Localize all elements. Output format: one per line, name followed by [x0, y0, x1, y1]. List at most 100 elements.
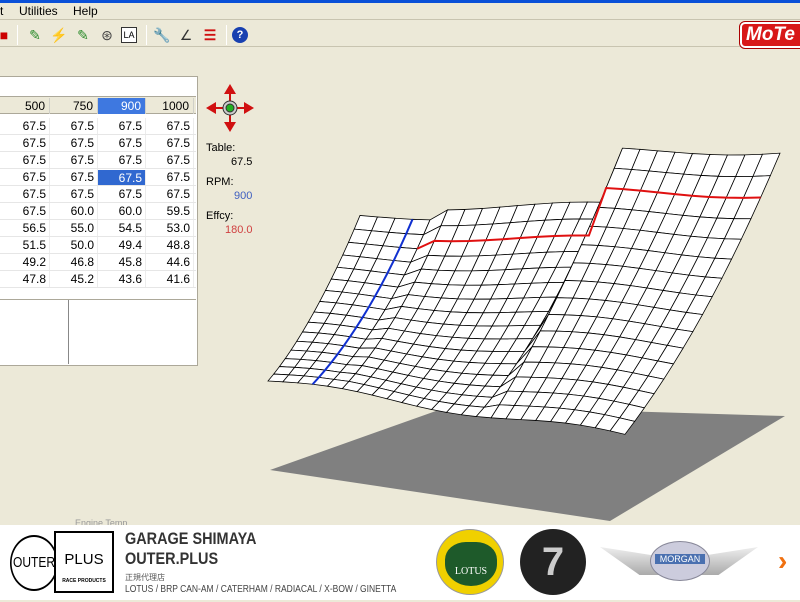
injector-timer-icon[interactable]: ✎: [73, 25, 93, 45]
table-cell[interactable]: 67.5: [146, 135, 194, 151]
table-row: 67.5 67.5 67.5 67.5: [0, 169, 196, 186]
table-cell[interactable]: 45.8: [98, 254, 146, 270]
table-cell[interactable]: 67.5: [98, 152, 146, 168]
table-cell[interactable]: 67.5: [50, 186, 98, 202]
table-row: 49.2 46.8 45.8 44.6: [0, 254, 196, 271]
effcy-label: Effcy:: [206, 210, 234, 222]
motec-logo: MoTe: [739, 21, 800, 49]
next-arrow-icon[interactable]: ›: [778, 547, 787, 575]
lambda-icon[interactable]: LA: [121, 27, 137, 43]
table-cell[interactable]: 67.5: [50, 135, 98, 151]
separator: [146, 25, 147, 45]
table-cell[interactable]: 47.8: [2, 271, 50, 287]
banner-brands: LOTUS / BRP CAN-AM / CATERHAM / RADIACAL…: [125, 584, 397, 595]
table-cell[interactable]: 67.5: [2, 118, 50, 134]
menu-edit[interactable]: t: [0, 4, 3, 18]
menu-bar: t Utilities Help: [0, 3, 800, 20]
table-cell[interactable]: 67.5: [98, 118, 146, 134]
table-cell[interactable]: 48.8: [146, 237, 194, 253]
table-cell[interactable]: 54.5: [98, 220, 146, 236]
3d-view[interactable]: Table: 67.5 RPM: 900 Effcy: 180.0: [200, 76, 800, 526]
table-cell[interactable]: 51.5: [2, 237, 50, 253]
table-row: 47.8 45.2 43.6 41.6: [0, 271, 196, 288]
table-header: 500 750 900 1000: [0, 96, 196, 114]
table-cell[interactable]: 45.2: [50, 271, 98, 287]
table-cell[interactable]: 67.5: [146, 169, 194, 185]
banner-subtitle: 正規代理店: [125, 573, 165, 582]
table-row: 67.5 60.0 60.0 59.5: [0, 203, 196, 220]
table-cell[interactable]: 67.5: [146, 186, 194, 202]
banner-title: GARAGE SHIMAYA: [125, 529, 257, 548]
column-header[interactable]: 750: [50, 98, 98, 114]
table-label: Table:: [206, 142, 236, 154]
column-header[interactable]: 1000: [146, 98, 194, 114]
table-cell[interactable]: 67.5: [2, 203, 50, 219]
wrench-icon[interactable]: 🔧: [152, 25, 172, 45]
separator: [17, 25, 18, 45]
caterham-logo: 7: [520, 529, 586, 595]
menu-utilities[interactable]: Utilities: [19, 4, 58, 18]
surface-mesh: [267, 147, 781, 435]
table-cell[interactable]: 49.4: [98, 237, 146, 253]
banner-title-2: OUTER.PLUS: [125, 549, 219, 568]
help-icon[interactable]: ?: [232, 27, 248, 43]
table-cell[interactable]: 67.5: [146, 118, 194, 134]
toolbar: ■ ✎ ⚡ ✎ ⊛ LA 🔧 ∠ ☰ ?: [0, 21, 800, 47]
table-row: 67.5 67.5 67.5 67.5: [0, 135, 196, 152]
injector-icon[interactable]: ✎: [25, 25, 45, 45]
ignition-icon[interactable]: ⚡: [49, 25, 69, 45]
table-cell[interactable]: 67.5: [50, 152, 98, 168]
stop-icon[interactable]: ■: [0, 25, 14, 45]
table-cell[interactable]: 43.6: [98, 271, 146, 287]
table-value: 67.5: [231, 156, 253, 168]
table-cell[interactable]: 56.5: [2, 220, 50, 236]
table-cell[interactable]: 60.0: [50, 203, 98, 219]
table-cell[interactable]: 67.5: [146, 152, 194, 168]
table-cell[interactable]: 67.5: [2, 186, 50, 202]
table-cell[interactable]: 67.5: [98, 135, 146, 151]
fuel-table: 500 750 900 1000 67.5 67.5 67.5 67.5 67.5 67.5 67…: [0, 76, 198, 366]
table-cell[interactable]: 67.5: [2, 135, 50, 151]
graph-icon[interactable]: ∠: [176, 25, 196, 45]
arrow-left-icon: [206, 102, 216, 114]
divider: [68, 300, 69, 364]
table-cell[interactable]: 53.0: [146, 220, 194, 236]
exhaust-icon[interactable]: ☰: [200, 25, 220, 45]
morgan-logo: MORGAN: [650, 541, 710, 581]
table-cell[interactable]: 67.5: [2, 152, 50, 168]
table-row: 51.5 50.0 49.4 48.8: [0, 237, 196, 254]
rotate-control[interactable]: [206, 84, 254, 132]
menu-help[interactable]: Help: [73, 4, 98, 18]
lotus-logo: LOTUS: [436, 529, 504, 595]
table-row: 67.5 67.5 67.5 67.5: [0, 186, 196, 203]
table-cell[interactable]: 46.8: [50, 254, 98, 270]
turbo-icon[interactable]: ⊛: [97, 25, 117, 45]
outer-plus-logo: OUTER PLUS RACE PRODUCTS: [4, 529, 116, 595]
separator: [226, 25, 227, 45]
surface-plot[interactable]: [200, 76, 800, 526]
table-cell[interactable]: 67.5: [2, 169, 50, 185]
lower-panel: [0, 299, 196, 365]
column-header[interactable]: 900: [98, 98, 146, 114]
table-cell[interactable]: 67.5: [50, 118, 98, 134]
effcy-value: 180.0: [225, 224, 253, 236]
rpm-value: 900: [234, 190, 253, 202]
table-row: 56.5 55.0 54.5 53.0: [0, 220, 196, 237]
floor-shadow: [270, 406, 785, 521]
table-cell[interactable]: 67.5: [50, 169, 98, 185]
table-row: 67.5 67.5 67.5 67.5: [0, 152, 196, 169]
table-cell[interactable]: 59.5: [146, 203, 194, 219]
table-cell[interactable]: 60.0: [98, 203, 146, 219]
ad-banner[interactable]: OUTER PLUS RACE PRODUCTS GARAGE SHIMAYA O…: [0, 525, 800, 600]
arrow-up-icon: [224, 84, 236, 94]
arrow-down-icon: [224, 122, 236, 132]
table-cell[interactable]: 44.6: [146, 254, 194, 270]
table-cell[interactable]: 41.6: [146, 271, 194, 287]
rpm-label: RPM:: [206, 176, 234, 188]
table-cell[interactable]: 49.2: [2, 254, 50, 270]
table-cell[interactable]: 55.0: [50, 220, 98, 236]
table-cell[interactable]: 67.5: [98, 186, 146, 202]
table-cell[interactable]: 67.5: [98, 170, 146, 185]
table-cell[interactable]: 50.0: [50, 237, 98, 253]
column-header[interactable]: 500: [2, 98, 50, 114]
